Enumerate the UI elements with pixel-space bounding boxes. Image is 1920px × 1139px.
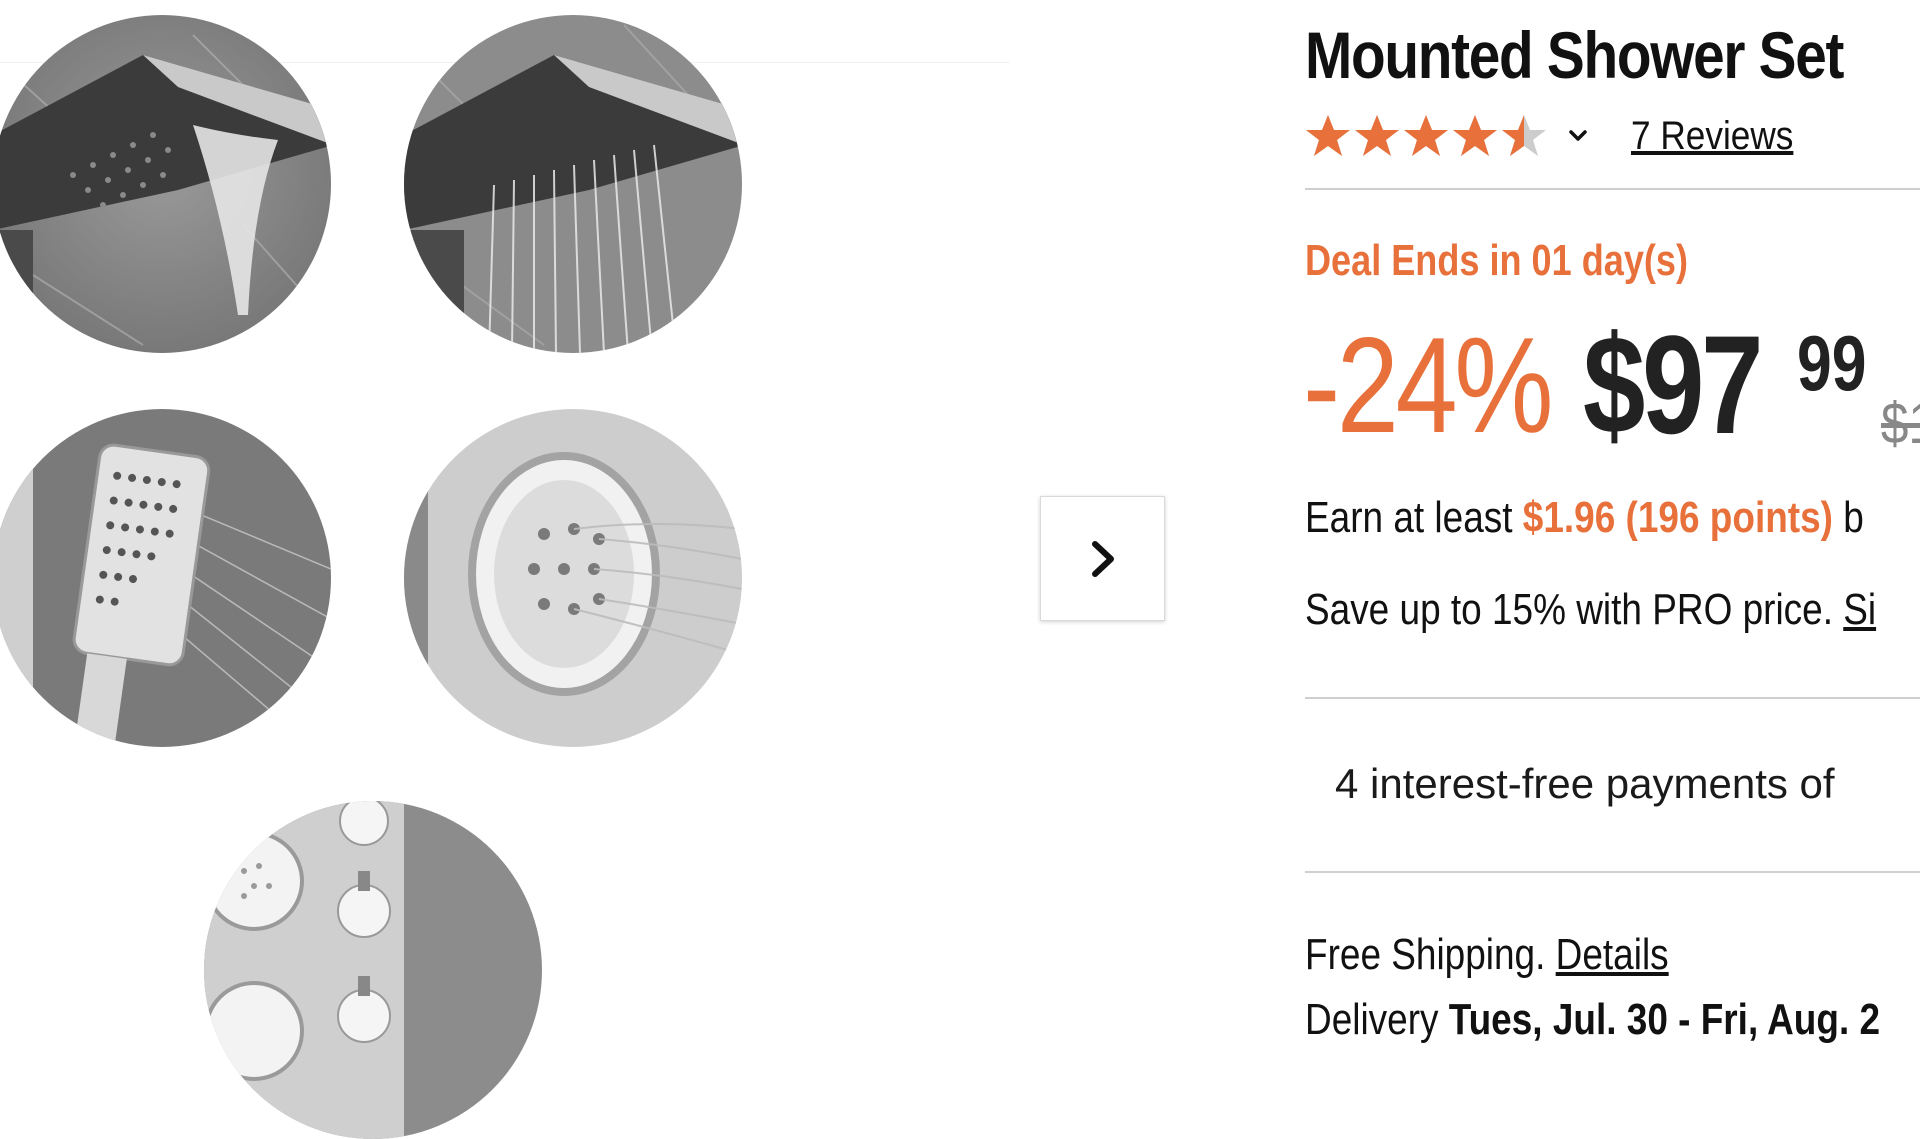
deal-countdown: Deal Ends in 01 day(s) — [1305, 236, 1688, 285]
shipping-details-link[interactable]: Details — [1556, 930, 1669, 979]
gallery-image-handheld[interactable] — [0, 409, 331, 747]
star-icon — [1306, 115, 1350, 156]
installments-text[interactable]: 4 interest-free payments of — [1335, 760, 1835, 808]
gallery-image-body-jet[interactable] — [404, 409, 742, 747]
star-icon — [1453, 115, 1497, 156]
gallery-image-waterfall[interactable] — [0, 15, 331, 353]
gallery-image-rainfall[interactable] — [404, 15, 742, 353]
was-price: $1 — [1881, 391, 1920, 456]
shipping-text: Free Shipping. — [1305, 930, 1556, 979]
star-icon — [1355, 115, 1399, 156]
divider — [1305, 188, 1920, 190]
gallery-image-controls[interactable] — [204, 801, 542, 1139]
star-icon — [1502, 115, 1546, 156]
star-rating[interactable] — [1305, 113, 1547, 159]
rating-row: 7 Reviews — [1305, 108, 1816, 164]
divider — [1305, 697, 1920, 699]
earn-suffix: b — [1832, 493, 1864, 542]
free-shipping-text: Free Shipping. Details — [1305, 930, 1669, 980]
discount-percent: -24% — [1303, 309, 1554, 461]
chevron-right-icon — [1091, 540, 1114, 577]
earn-prefix: Earn at least — [1305, 493, 1523, 542]
pro-signin-link[interactable]: Si — [1843, 585, 1876, 634]
product-title: Mounted Shower Set — [1305, 18, 1844, 92]
pro-text: Save up to 15% with PRO price. — [1305, 585, 1844, 634]
price-dollars: $97 — [1583, 306, 1763, 463]
pro-price-text: Save up to 15% with PRO price. Si — [1305, 585, 1876, 635]
chevron-down-icon[interactable] — [1563, 121, 1593, 151]
divider — [1305, 871, 1920, 873]
gallery-next-button[interactable] — [1040, 496, 1165, 621]
price-cents: 99 — [1797, 319, 1867, 407]
earn-points-text: Earn at least $1.96 (196 points) b — [1305, 493, 1864, 543]
delivery-text: Delivery Tues, Jul. 30 - Fri, Aug. 2 — [1305, 995, 1880, 1045]
reviews-link[interactable]: 7 Reviews — [1631, 114, 1793, 159]
earn-points-value: $1.96 (196 points) — [1522, 493, 1833, 542]
star-icon — [1404, 115, 1448, 156]
